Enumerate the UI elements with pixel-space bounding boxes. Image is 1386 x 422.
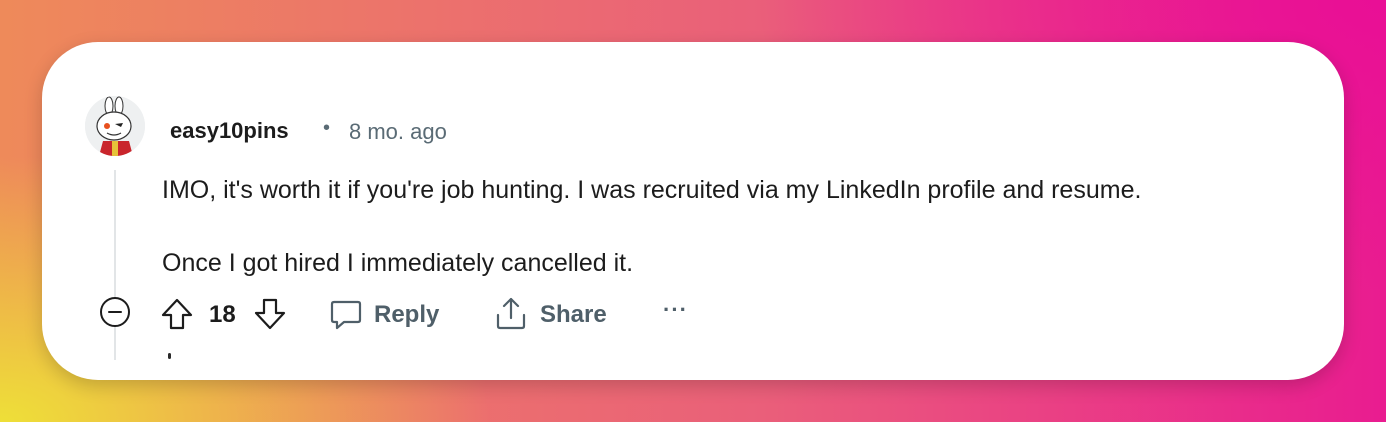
- avatar-image: [85, 96, 145, 156]
- comment-paragraph: Once I got hired I immediately cancelled…: [162, 249, 634, 277]
- vote-score: 18: [209, 301, 236, 328]
- comment-card: easy10pins • 8 mo. ago IMO, it's worth i…: [42, 42, 1344, 380]
- upvote-icon[interactable]: [160, 297, 194, 331]
- share-icon[interactable]: [494, 295, 528, 331]
- share-button[interactable]: Share: [540, 301, 607, 329]
- comment-timestamp[interactable]: 8 mo. ago: [349, 119, 447, 145]
- author-name[interactable]: easy10pins: [170, 118, 289, 144]
- reply-icon[interactable]: [329, 297, 363, 331]
- collapse-thread-icon[interactable]: [99, 296, 131, 328]
- comment-paragraph: IMO, it's worth it if you're job hunting…: [162, 176, 1142, 204]
- reply-thread-stub: [168, 353, 171, 359]
- meta-separator: •: [323, 117, 331, 139]
- reply-button[interactable]: Reply: [374, 301, 439, 329]
- avatar[interactable]: [85, 96, 145, 156]
- thread-line[interactable]: [114, 170, 116, 360]
- downvote-icon[interactable]: [253, 297, 287, 331]
- more-options-button[interactable]: ···: [663, 297, 688, 323]
